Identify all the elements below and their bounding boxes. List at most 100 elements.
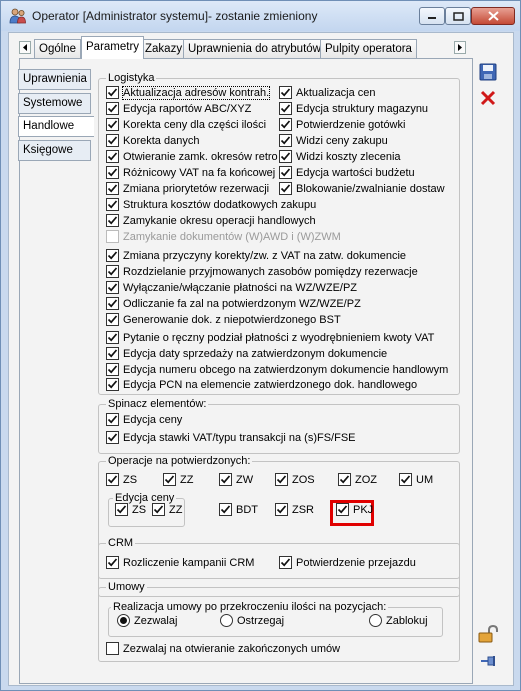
checkbox-zz[interactable]: ZZ — [163, 473, 193, 486]
checkbox-box[interactable] — [275, 473, 288, 486]
save-button[interactable] — [477, 61, 499, 83]
checkbox-box[interactable] — [106, 166, 119, 179]
checkbox-box[interactable] — [106, 102, 119, 115]
radio-circle[interactable] — [220, 614, 233, 627]
checkbox-zos[interactable]: ZOS — [275, 473, 315, 486]
checkbox-um[interactable]: UM — [399, 473, 433, 486]
checkbox-aktualizacja-adresow-kontrah[interactable]: Aktualizacja adresów kontrah. — [106, 85, 271, 100]
checkbox-box[interactable] — [106, 86, 119, 99]
checkbox-box[interactable] — [336, 503, 349, 516]
cancel-button[interactable] — [477, 87, 499, 109]
side-tab-handlowe[interactable]: Handlowe — [18, 116, 94, 137]
checkbox-box[interactable] — [115, 503, 128, 516]
checkbox-zz[interactable]: ZZ — [152, 503, 182, 516]
side-tab-uprawnienia[interactable]: Uprawnienia — [18, 69, 91, 90]
checkbox-zezwalaj-na-otwieranie-zakonczonych-umow[interactable]: Zezwalaj na otwieranie zakończonych umów — [106, 642, 340, 655]
checkbox-widzi-ceny-zakupu[interactable]: Widzi ceny zakupu — [279, 134, 388, 147]
tab-ogolne[interactable]: Ogólne — [34, 39, 82, 58]
checkbox-box[interactable] — [279, 150, 292, 163]
checkbox-korekta-ceny-dla-czesci-ilosci[interactable]: Korekta ceny dla części ilości — [106, 118, 266, 131]
checkbox-otwieranie-zamk-okresow-retro[interactable]: Otwieranie zamk. okresów retro — [106, 150, 278, 163]
checkbox-zoz[interactable]: ZOZ — [338, 473, 377, 486]
checkbox-box[interactable] — [106, 281, 119, 294]
checkbox-box[interactable] — [219, 473, 232, 486]
checkbox-edycja-wartosci-budzetu[interactable]: Edycja wartości budżetu — [279, 166, 415, 179]
checkbox-edycja-struktury-magazynu[interactable]: Edycja struktury magazynu — [279, 102, 428, 115]
side-tab-ksiegowe[interactable]: Księgowe — [18, 140, 91, 161]
checkbox-box[interactable] — [106, 331, 119, 344]
checkbox-box[interactable] — [152, 503, 165, 516]
checkbox-wylaczanie-wlaczanie-platnosci-na-wz-wze-pz[interactable]: Wyłączanie/włączanie płatności na WZ/WZE… — [106, 281, 357, 294]
checkbox-edycja-daty-sprzedazy-na-zatwierdzonym-dokumencie[interactable]: Edycja daty sprzedaży na zatwierdzonym d… — [106, 347, 387, 360]
checkbox-box[interactable] — [219, 503, 232, 516]
checkbox-potwierdzenie-gotowki[interactable]: Potwierdzenie gotówki — [279, 118, 405, 131]
tab-scroll-left-button[interactable] — [19, 41, 31, 54]
checkbox-zs[interactable]: ZS — [106, 473, 137, 486]
checkbox-edycja-stawki-vat-typu-transakcji-na-s-fs-fse[interactable]: Edycja stawki VAT/typu transakcji na (s)… — [106, 431, 356, 444]
checkbox-box[interactable] — [279, 166, 292, 179]
checkbox-edycja-raportow-abc-xyz[interactable]: Edycja raportów ABC/XYZ — [106, 102, 251, 115]
checkbox-box[interactable] — [338, 473, 351, 486]
checkbox-box[interactable] — [106, 230, 119, 243]
checkbox-box[interactable] — [279, 134, 292, 147]
checkbox-box[interactable] — [399, 473, 412, 486]
checkbox-box[interactable] — [279, 182, 292, 195]
pin-button[interactable] — [477, 650, 499, 672]
checkbox-generowanie-dok-z-niepotwierdzonego-bst[interactable]: Generowanie dok. z niepotwierdzonego BST — [106, 313, 341, 326]
checkbox-pkj[interactable]: PKJ — [336, 503, 373, 516]
checkbox-box[interactable] — [279, 556, 292, 569]
checkbox-aktualizacja-cen[interactable]: Aktualizacja cen — [279, 86, 376, 99]
radio-ostrzegaj[interactable]: Ostrzegaj — [220, 614, 284, 627]
checkbox-zsr[interactable]: ZSR — [275, 503, 314, 516]
checkbox-box[interactable] — [275, 503, 288, 516]
tab-pulpity-operatora[interactable]: Pulpity operatora — [320, 39, 417, 58]
checkbox-box[interactable] — [106, 297, 119, 310]
checkbox-odliczanie-fa-zal-na-potwierdzonym-wz-wze-pz[interactable]: Odliczanie fa zal na potwierdzonym WZ/WZ… — [106, 297, 361, 310]
radio-circle[interactable] — [369, 614, 382, 627]
checkbox-box[interactable] — [106, 363, 119, 376]
checkbox-box[interactable] — [106, 150, 119, 163]
checkbox-edycja-ceny[interactable]: Edycja ceny — [106, 413, 182, 426]
checkbox-potwierdzenie-przejazdu[interactable]: Potwierdzenie przejazdu — [279, 556, 416, 569]
checkbox-box[interactable] — [106, 313, 119, 326]
checkbox-box[interactable] — [106, 431, 119, 444]
checkbox-box[interactable] — [106, 413, 119, 426]
checkbox-box[interactable] — [106, 378, 119, 391]
minimize-button[interactable] — [419, 7, 445, 25]
tab-parametry[interactable]: Parametry — [81, 36, 145, 59]
checkbox-box[interactable] — [106, 118, 119, 131]
maximize-button[interactable] — [445, 7, 471, 25]
close-button[interactable] — [471, 7, 515, 25]
checkbox-widzi-koszty-zlecenia[interactable]: Widzi koszty zlecenia — [279, 150, 401, 163]
checkbox-struktura-kosztow-dodatkowych-zakupu[interactable]: Struktura kosztów dodatkowych zakupu — [106, 198, 316, 211]
checkbox-roznicowy-vat-na-fa-koncowej[interactable]: Różnicowy VAT na fa końcowej — [106, 166, 275, 179]
checkbox-box[interactable] — [279, 102, 292, 115]
checkbox-rozdzielanie-przyjmowanych-zasobow-pomiedzy-rezerwacje[interactable]: Rozdzielanie przyjmowanych zasobów pomię… — [106, 265, 418, 278]
tab-uprawnienia-do-atrybutow[interactable]: Uprawnienia do atrybutów — [183, 39, 326, 58]
checkbox-blokowanie-zwalnianie-dostaw[interactable]: Blokowanie/zwalnianie dostaw — [279, 182, 445, 195]
checkbox-box[interactable] — [106, 198, 119, 211]
radio-zezwalaj[interactable]: Zezwalaj — [117, 614, 177, 627]
checkbox-korekta-danych[interactable]: Korekta danych — [106, 134, 199, 147]
tab-scroll-right-button[interactable] — [454, 41, 466, 54]
checkbox-zs[interactable]: ZS — [115, 503, 146, 516]
checkbox-zamykanie-okresu-operacji-handlowych[interactable]: Zamykanie okresu operacji handlowych — [106, 214, 316, 227]
radio-circle[interactable] — [117, 614, 130, 627]
checkbox-box[interactable] — [106, 265, 119, 278]
checkbox-bdt[interactable]: BDT — [219, 503, 258, 516]
checkbox-zmiana-priorytetow-rezerwacji[interactable]: Zmiana priorytetów rezerwacji — [106, 182, 269, 195]
checkbox-box[interactable] — [163, 473, 176, 486]
checkbox-box[interactable] — [279, 86, 292, 99]
side-tab-systemowe[interactable]: Systemowe — [18, 93, 91, 114]
checkbox-pytanie-o-reczny-podzial-platnosci-z-wyodrebnieniem-kwoty-vat[interactable]: Pytanie o ręczny podział płatności z wyo… — [106, 331, 434, 344]
checkbox-box[interactable] — [106, 642, 119, 655]
checkbox-edycja-pcn-na-elemencie-zatwierdzonego-dok-handlowego[interactable]: Edycja PCN na elemencie zatwierdzonego d… — [106, 378, 417, 391]
checkbox-box[interactable] — [106, 134, 119, 147]
checkbox-rozliczenie-kampanii-crm[interactable]: Rozliczenie kampanii CRM — [106, 556, 254, 569]
checkbox-edycja-numeru-obcego-na-zatwierdzonym-dokumencie-handlowym[interactable]: Edycja numeru obcego na zatwierdzonym do… — [106, 363, 448, 376]
checkbox-box[interactable] — [106, 214, 119, 227]
checkbox-box[interactable] — [106, 182, 119, 195]
unlock-button[interactable] — [477, 623, 499, 645]
checkbox-box[interactable] — [106, 473, 119, 486]
checkbox-zw[interactable]: ZW — [219, 473, 253, 486]
